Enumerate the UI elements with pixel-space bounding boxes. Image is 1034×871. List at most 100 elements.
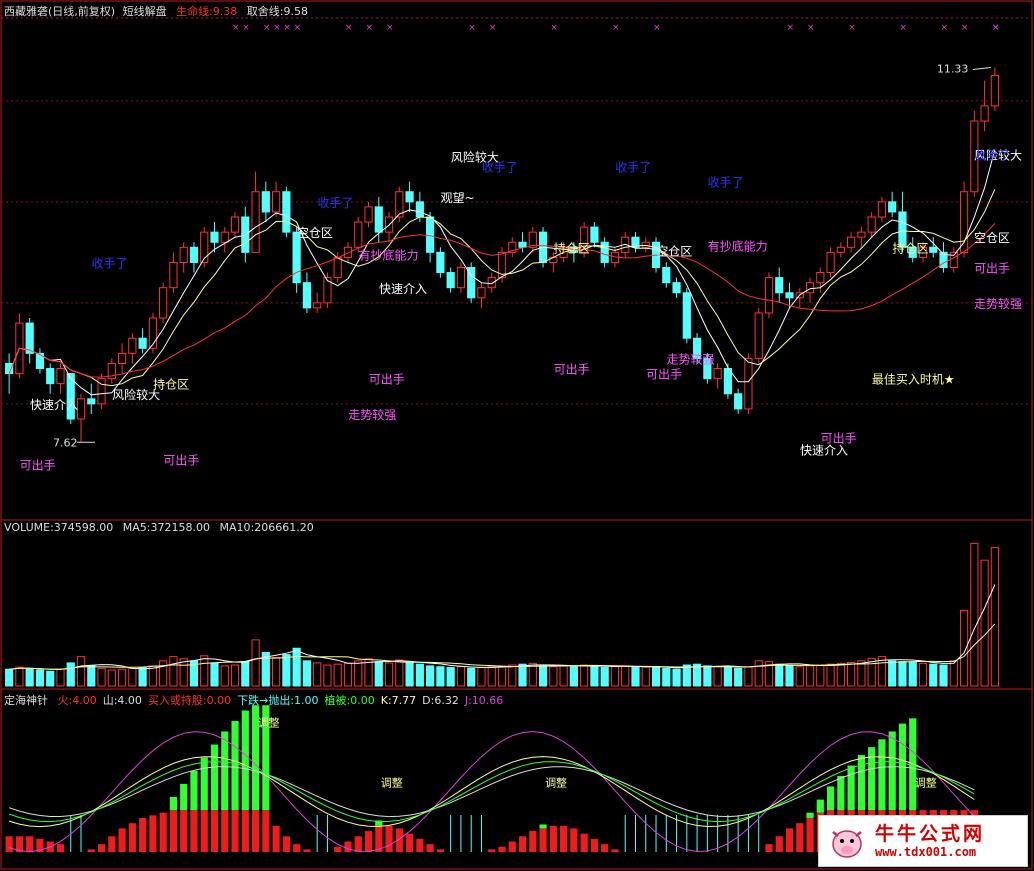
candle-body bbox=[272, 191, 281, 213]
fire-bar bbox=[282, 836, 290, 852]
candle-body bbox=[816, 272, 825, 284]
candle bbox=[200, 227, 209, 268]
indicator-name: 短线解盘 bbox=[122, 5, 167, 18]
dinghai-value: 下跌→抛出:1.00 bbox=[237, 694, 319, 707]
signal-label: 最佳买入时机★ bbox=[872, 373, 955, 387]
candle bbox=[528, 227, 537, 253]
candle-body bbox=[25, 322, 34, 354]
volume-bar bbox=[970, 542, 979, 687]
candle bbox=[282, 186, 291, 238]
volume-ma5-line bbox=[9, 584, 996, 670]
window-border bbox=[0, 0, 1033, 870]
top-signal-cross: × bbox=[961, 23, 969, 33]
fire-bar bbox=[806, 817, 814, 852]
candle bbox=[261, 181, 270, 223]
stock-title: 西藏雅砻(日线,前复权) bbox=[4, 5, 116, 18]
chart-canvas: 11.337.62快速介入风险较大持仓区收手了可出手 可出手空仓区收手了有抄底能力… bbox=[0, 0, 1033, 870]
top-signal-cross: × bbox=[273, 23, 281, 33]
signal-label: 收手了 bbox=[92, 257, 128, 271]
fire-bar bbox=[262, 810, 270, 852]
volume-bar bbox=[929, 663, 938, 687]
candle bbox=[302, 272, 312, 313]
fire-bar bbox=[529, 831, 537, 852]
volume-bar bbox=[723, 667, 732, 687]
dinghai-value: 植被:0.00 bbox=[324, 694, 375, 707]
dinghai-value: 买入或持股:0.00 bbox=[147, 694, 232, 707]
fire-bar bbox=[590, 838, 599, 852]
candle bbox=[764, 272, 774, 319]
volume-bar bbox=[426, 665, 435, 687]
signal-label: 快速介入 bbox=[800, 443, 848, 457]
candle bbox=[734, 388, 743, 414]
volume-bar bbox=[754, 660, 763, 687]
candle bbox=[723, 363, 732, 399]
adjust-label: 调整 bbox=[545, 776, 567, 790]
candle-body bbox=[128, 337, 137, 354]
fire-bar bbox=[190, 810, 198, 852]
candle bbox=[128, 333, 137, 364]
volume-bar bbox=[436, 666, 445, 687]
volume-bar bbox=[35, 669, 45, 687]
top-signal-cross: × bbox=[232, 23, 240, 33]
volume-bar bbox=[508, 664, 517, 687]
volume-bar bbox=[682, 664, 691, 687]
fire-bar bbox=[539, 828, 547, 852]
candle bbox=[888, 191, 897, 217]
candle-body bbox=[179, 246, 188, 263]
candle bbox=[549, 252, 558, 273]
candle bbox=[754, 307, 763, 364]
candle-body bbox=[364, 206, 373, 223]
volume-bar bbox=[497, 665, 507, 687]
candle bbox=[436, 247, 445, 278]
signal-label: 有抄底能力 bbox=[708, 238, 768, 253]
top-signal-cross: × bbox=[386, 23, 394, 33]
fire-bar bbox=[436, 849, 444, 852]
volume-bar bbox=[272, 656, 281, 687]
volume-bar bbox=[148, 665, 157, 687]
candle bbox=[76, 393, 86, 443]
candle bbox=[313, 292, 322, 313]
candle-body bbox=[169, 261, 178, 289]
candle-body bbox=[590, 226, 599, 243]
signal-label: 走势较强 bbox=[974, 296, 1022, 311]
top-signal-cross: × bbox=[550, 23, 558, 33]
mountain-bar bbox=[241, 710, 249, 811]
fire-bar bbox=[508, 841, 516, 852]
candle bbox=[590, 222, 599, 248]
candle-body bbox=[374, 206, 383, 233]
dinghai-value: D:6.32 bbox=[422, 694, 459, 707]
volume-bar bbox=[210, 662, 219, 687]
fire-bar bbox=[765, 844, 773, 852]
volume-bar bbox=[302, 660, 312, 687]
candle bbox=[405, 181, 414, 212]
volume-bar bbox=[857, 660, 866, 687]
volume-bar bbox=[918, 662, 928, 687]
dinghai-value: J:10.66 bbox=[464, 694, 504, 707]
top-signal-cross: × bbox=[899, 23, 907, 33]
mountain-bar bbox=[816, 799, 824, 813]
top-signal-cross: × bbox=[283, 23, 291, 33]
volume-bar bbox=[323, 664, 332, 687]
top-signal-cross: × bbox=[992, 23, 1000, 33]
takeoff-value: 取舍线:9.58 bbox=[246, 5, 308, 18]
dinghai-value: K:7.77 bbox=[380, 694, 417, 707]
mountain-bar bbox=[200, 757, 208, 811]
fire-bar bbox=[416, 838, 424, 852]
candle bbox=[713, 363, 722, 389]
candle-body bbox=[518, 241, 527, 248]
cow-logo-icon bbox=[832, 830, 862, 858]
volume-bar bbox=[672, 668, 681, 687]
chart-window: 11.33 7.62 快速介入 风险较大 持仓区 收手了 可出手 可出手 空仓区 收手了 有抄底能力… bbox=[0, 0, 1034, 871]
volume-bar bbox=[600, 667, 609, 687]
main-header: 西藏雅砻(日线,前复权) 短线解盘 生命线:9.38 取舍线:9.58 bbox=[4, 3, 314, 19]
volume-bar bbox=[538, 665, 548, 687]
top-signal-cross: × bbox=[941, 23, 949, 33]
candle bbox=[189, 242, 199, 273]
fire-bar bbox=[560, 825, 568, 852]
candle-body bbox=[888, 201, 897, 213]
candle-body bbox=[302, 282, 312, 309]
candle bbox=[990, 67, 999, 111]
candle-body bbox=[682, 292, 691, 339]
fire-bar bbox=[231, 810, 239, 852]
volume-bar bbox=[980, 559, 989, 687]
